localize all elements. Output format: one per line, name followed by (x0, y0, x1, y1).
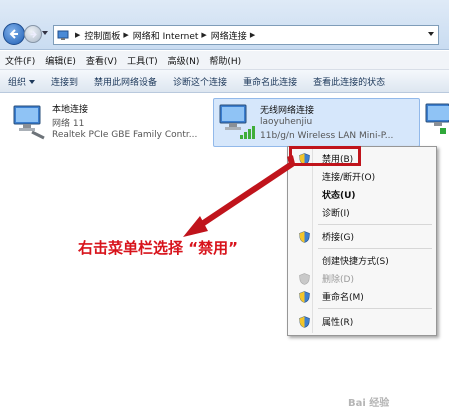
annotation-text: 右击菜单栏选择 “禁用” (78, 239, 238, 257)
annotation-arrow (183, 155, 295, 237)
watermark: Bai 经验 (348, 398, 390, 409)
